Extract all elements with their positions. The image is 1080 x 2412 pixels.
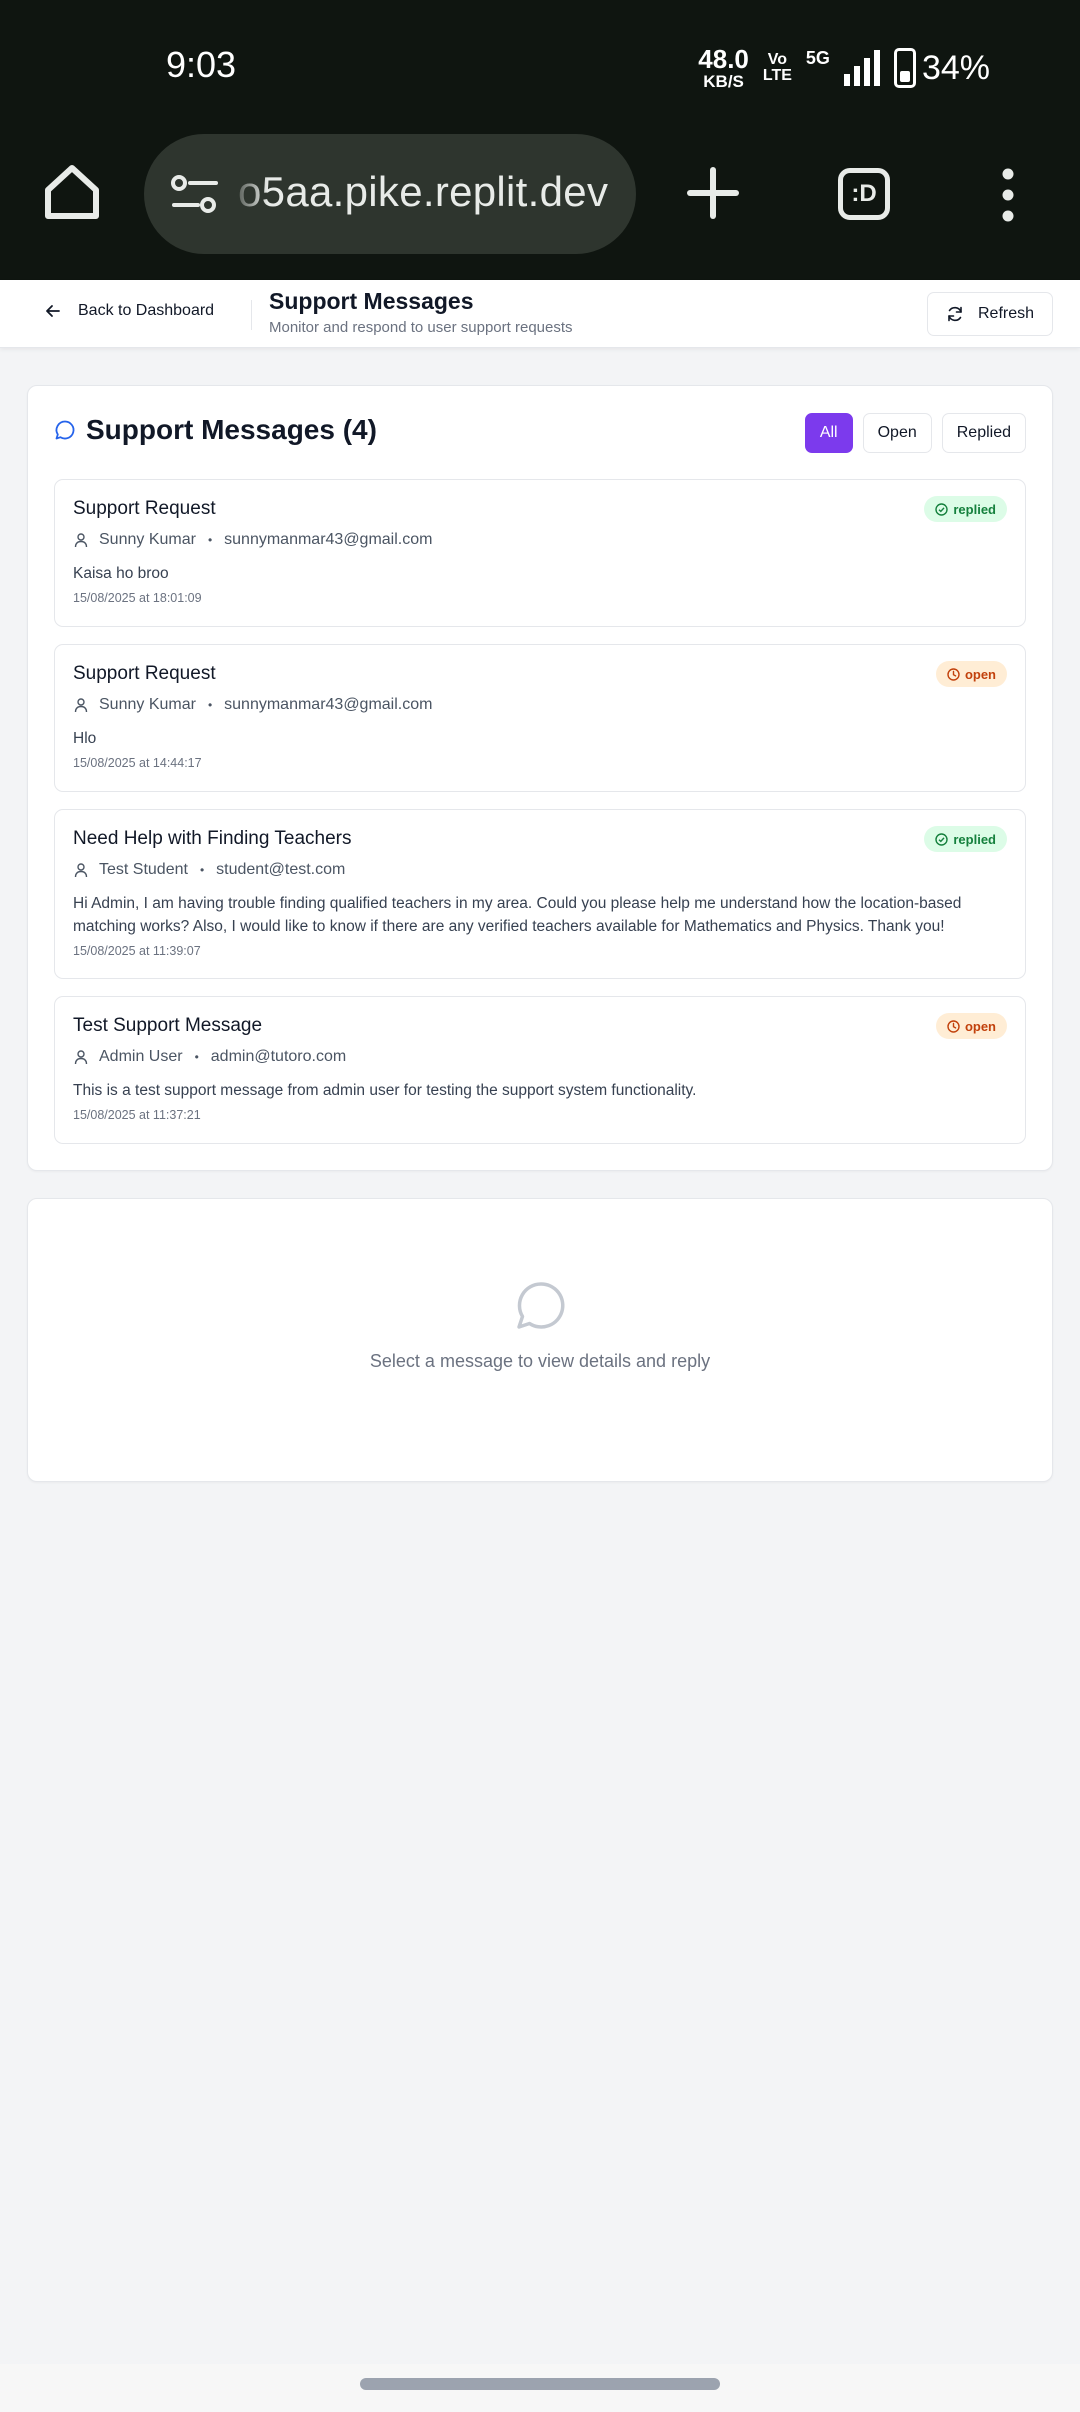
message-body: Hlo bbox=[73, 730, 97, 747]
user-icon bbox=[74, 863, 88, 878]
filter-all-button[interactable]: All bbox=[804, 413, 853, 453]
page-title: Support Messages bbox=[269, 288, 474, 314]
meta-separator: • bbox=[199, 863, 205, 877]
message-body: This is a test support message from admi… bbox=[73, 1082, 697, 1099]
message-sender: Sunny Kumar • sunnymanmar43@gmail.com bbox=[73, 531, 432, 549]
user-icon bbox=[74, 1050, 88, 1065]
messages-title: Support Messages (4) bbox=[86, 414, 377, 445]
page-header: Back to Dashboard Support Messages Monit… bbox=[0, 280, 1080, 348]
status-badge: open bbox=[935, 661, 1007, 687]
signal-icon bbox=[843, 50, 880, 86]
refresh-icon bbox=[948, 306, 962, 322]
new-tab-icon[interactable] bbox=[686, 166, 740, 220]
browser-chrome: 9:03 48.0 KB/S Vo LTE 5G 34% o5aa.pike.r… bbox=[0, 0, 1080, 280]
gesture-handle[interactable] bbox=[360, 2378, 720, 2390]
navigation-area bbox=[0, 2364, 1080, 2412]
url-fade bbox=[228, 134, 268, 254]
meta-separator: • bbox=[207, 698, 213, 712]
message-timestamp: 15/08/2025 at 14:44:17 bbox=[73, 756, 202, 770]
refresh-button[interactable]: Refresh bbox=[927, 292, 1053, 336]
header-divider bbox=[251, 300, 252, 330]
battery-indicator: 34% bbox=[893, 48, 990, 88]
message-subject: Support Request bbox=[73, 498, 216, 519]
address-bar[interactable]: o5aa.pike.replit.dev bbox=[144, 134, 636, 254]
meta-separator: • bbox=[194, 1050, 199, 1064]
user-icon bbox=[74, 533, 88, 548]
status-filters: All Open Replied bbox=[804, 413, 1026, 453]
battery-icon bbox=[893, 48, 916, 88]
url-text[interactable]: o5aa.pike.replit.dev bbox=[238, 168, 608, 216]
message-sender: Sunny Kumar • sunnymanmar43@gmail.com bbox=[73, 696, 432, 714]
status-icons: 48.0 KB/S Vo LTE 5G 34% bbox=[698, 44, 990, 92]
clock-icon bbox=[947, 667, 960, 681]
message-subject: Support Request bbox=[73, 663, 216, 684]
network-type: 5G bbox=[805, 48, 830, 68]
sender-name: Sunny Kumar bbox=[99, 696, 196, 713]
status-badge: replied bbox=[924, 496, 1007, 522]
more-vert-icon[interactable] bbox=[998, 168, 1018, 222]
filter-replied-button[interactable]: Replied bbox=[941, 413, 1026, 453]
user-icon bbox=[74, 698, 88, 713]
message-item[interactable]: Support Request replied Sunny Kumar • su… bbox=[54, 479, 1026, 627]
network-speed: 48.0 KB/S bbox=[698, 44, 749, 91]
tune-icon[interactable] bbox=[170, 174, 220, 214]
back-to-dashboard-button[interactable]: Back to Dashboard bbox=[44, 302, 214, 320]
sender-email: student@test.com bbox=[216, 861, 346, 878]
message-body: Kaisa ho broo bbox=[73, 565, 169, 582]
filter-open-button[interactable]: Open bbox=[862, 413, 932, 453]
check-circle-icon bbox=[935, 502, 949, 516]
page-subtitle: Monitor and respond to user support requ… bbox=[269, 319, 573, 336]
sender-email: admin@tutoro.com bbox=[210, 1048, 347, 1065]
home-icon[interactable] bbox=[40, 160, 104, 224]
arrow-left-icon bbox=[46, 305, 60, 317]
message-sender: Test Student • student@test.com bbox=[73, 861, 345, 879]
sender-email: sunnymanmar43@gmail.com bbox=[224, 531, 433, 548]
message-circle-icon bbox=[517, 1282, 565, 1329]
message-body: Hi Admin, I am having trouble finding qu… bbox=[73, 895, 962, 935]
clock-icon bbox=[947, 1019, 960, 1033]
message-circle-icon bbox=[55, 420, 75, 440]
messages-card: Support Messages (4) All Open Replied Su… bbox=[27, 385, 1053, 1171]
message-timestamp: 15/08/2025 at 18:01:09 bbox=[73, 591, 202, 605]
message-timestamp: 15/08/2025 at 11:39:07 bbox=[73, 944, 201, 958]
message-sender: Admin User • admin@tutoro.com bbox=[73, 1048, 346, 1066]
sender-email: sunnymanmar43@gmail.com bbox=[224, 696, 433, 713]
refresh-label: Refresh bbox=[977, 305, 1035, 322]
message-subject: Test Support Message bbox=[73, 1015, 263, 1036]
status-badge: replied bbox=[924, 826, 1007, 852]
message-detail-card: Select a message to view details and rep… bbox=[27, 1198, 1053, 1482]
messages-header: Support Messages (4) bbox=[54, 414, 377, 446]
volte-icon: Vo LTE bbox=[762, 51, 792, 84]
sender-name: Sunny Kumar bbox=[99, 531, 196, 548]
sender-name: Test Student bbox=[99, 861, 188, 878]
status-time: 9:03 bbox=[166, 44, 237, 85]
empty-state-text: Select a message to view details and rep… bbox=[369, 1351, 711, 1371]
message-item[interactable]: Support Request open Sunny Kumar • sunny… bbox=[54, 644, 1026, 792]
back-label: Back to Dashboard bbox=[78, 302, 215, 319]
status-badge: open bbox=[935, 1013, 1007, 1039]
message-item[interactable]: Need Help with Finding Teachers replied … bbox=[54, 809, 1026, 979]
message-item[interactable]: Test Support Message open Admin User • a… bbox=[54, 996, 1026, 1144]
check-circle-icon bbox=[935, 832, 949, 846]
message-timestamp: 15/08/2025 at 11:37:21 bbox=[73, 1108, 201, 1122]
meta-separator: • bbox=[207, 533, 213, 547]
tab-switcher-icon[interactable]: :D bbox=[838, 168, 890, 220]
message-subject: Need Help with Finding Teachers bbox=[73, 828, 352, 849]
sender-name: Admin User bbox=[99, 1048, 183, 1065]
